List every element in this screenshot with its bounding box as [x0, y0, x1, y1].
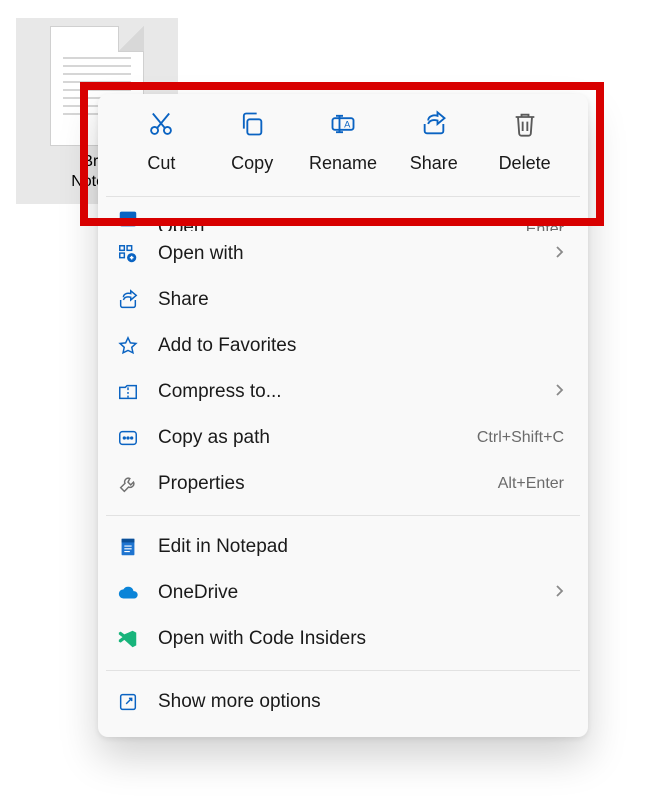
share-label: Share: [410, 153, 458, 174]
wrench-icon: [116, 472, 140, 496]
quick-actions-row: Cut Copy A Rename: [98, 104, 588, 192]
menu-open-with[interactable]: Open with: [98, 231, 588, 277]
menu-favorites-label: Add to Favorites: [158, 335, 564, 357]
menu-open-with-label: Open with: [158, 243, 536, 265]
chevron-right-icon: [554, 582, 564, 604]
menu-open-shortcut: Enter: [526, 221, 564, 231]
trash-icon: [511, 110, 539, 143]
vscode-insiders-icon: [116, 627, 140, 651]
menu-edit-notepad[interactable]: Edit in Notepad: [98, 524, 588, 570]
menu-properties-shortcut: Alt+Enter: [498, 475, 564, 493]
delete-label: Delete: [499, 153, 551, 174]
open-icon: [116, 207, 140, 231]
copy-path-icon: [116, 426, 140, 450]
menu-share-label: Share: [158, 289, 564, 311]
zip-icon: [116, 380, 140, 404]
menu-copy-path[interactable]: Copy as path Ctrl+Shift+C: [98, 415, 588, 461]
rename-button[interactable]: A Rename: [307, 110, 379, 174]
menu-more-label: Show more options: [158, 691, 564, 713]
chevron-right-icon: [554, 243, 564, 265]
rename-icon: A: [329, 110, 357, 143]
menu-more-options[interactable]: Show more options: [98, 679, 588, 725]
open-with-icon: [116, 242, 140, 266]
rename-label: Rename: [309, 153, 377, 174]
divider: [106, 515, 580, 516]
expand-icon: [116, 690, 140, 714]
context-menu: Cut Copy A Rename: [98, 94, 588, 737]
divider: [106, 196, 580, 197]
cloud-icon: [116, 581, 140, 605]
copy-label: Copy: [231, 153, 273, 174]
menu-share[interactable]: Share: [98, 277, 588, 323]
divider: [106, 670, 580, 671]
menu-copy-path-label: Copy as path: [158, 427, 459, 449]
notepad-icon: [116, 535, 140, 559]
svg-text:A: A: [344, 120, 351, 130]
copy-icon: [238, 110, 266, 143]
menu-open-label: Open: [158, 217, 508, 231]
menu-open[interactable]: Open Enter: [98, 205, 588, 231]
chevron-right-icon: [554, 381, 564, 403]
menu-copy-path-shortcut: Ctrl+Shift+C: [477, 429, 564, 447]
menu-code-insiders[interactable]: Open with Code Insiders: [98, 616, 588, 662]
menu-onedrive-label: OneDrive: [158, 582, 536, 604]
menu-onedrive[interactable]: OneDrive: [98, 570, 588, 616]
delete-button[interactable]: Delete: [489, 110, 561, 174]
menu-edit-notepad-label: Edit in Notepad: [158, 536, 564, 558]
menu-compress-label: Compress to...: [158, 381, 536, 403]
cut-button[interactable]: Cut: [125, 110, 197, 174]
star-icon: [116, 334, 140, 358]
share-arrow-icon: [420, 110, 448, 143]
share-icon: [116, 288, 140, 312]
menu-properties-label: Properties: [158, 473, 480, 495]
scissors-icon: [147, 110, 175, 143]
menu-properties[interactable]: Properties Alt+Enter: [98, 461, 588, 507]
menu-favorites[interactable]: Add to Favorites: [98, 323, 588, 369]
copy-button[interactable]: Copy: [216, 110, 288, 174]
menu-compress[interactable]: Compress to...: [98, 369, 588, 415]
menu-code-insiders-label: Open with Code Insiders: [158, 628, 564, 650]
cut-label: Cut: [147, 153, 175, 174]
share-button[interactable]: Share: [398, 110, 470, 174]
